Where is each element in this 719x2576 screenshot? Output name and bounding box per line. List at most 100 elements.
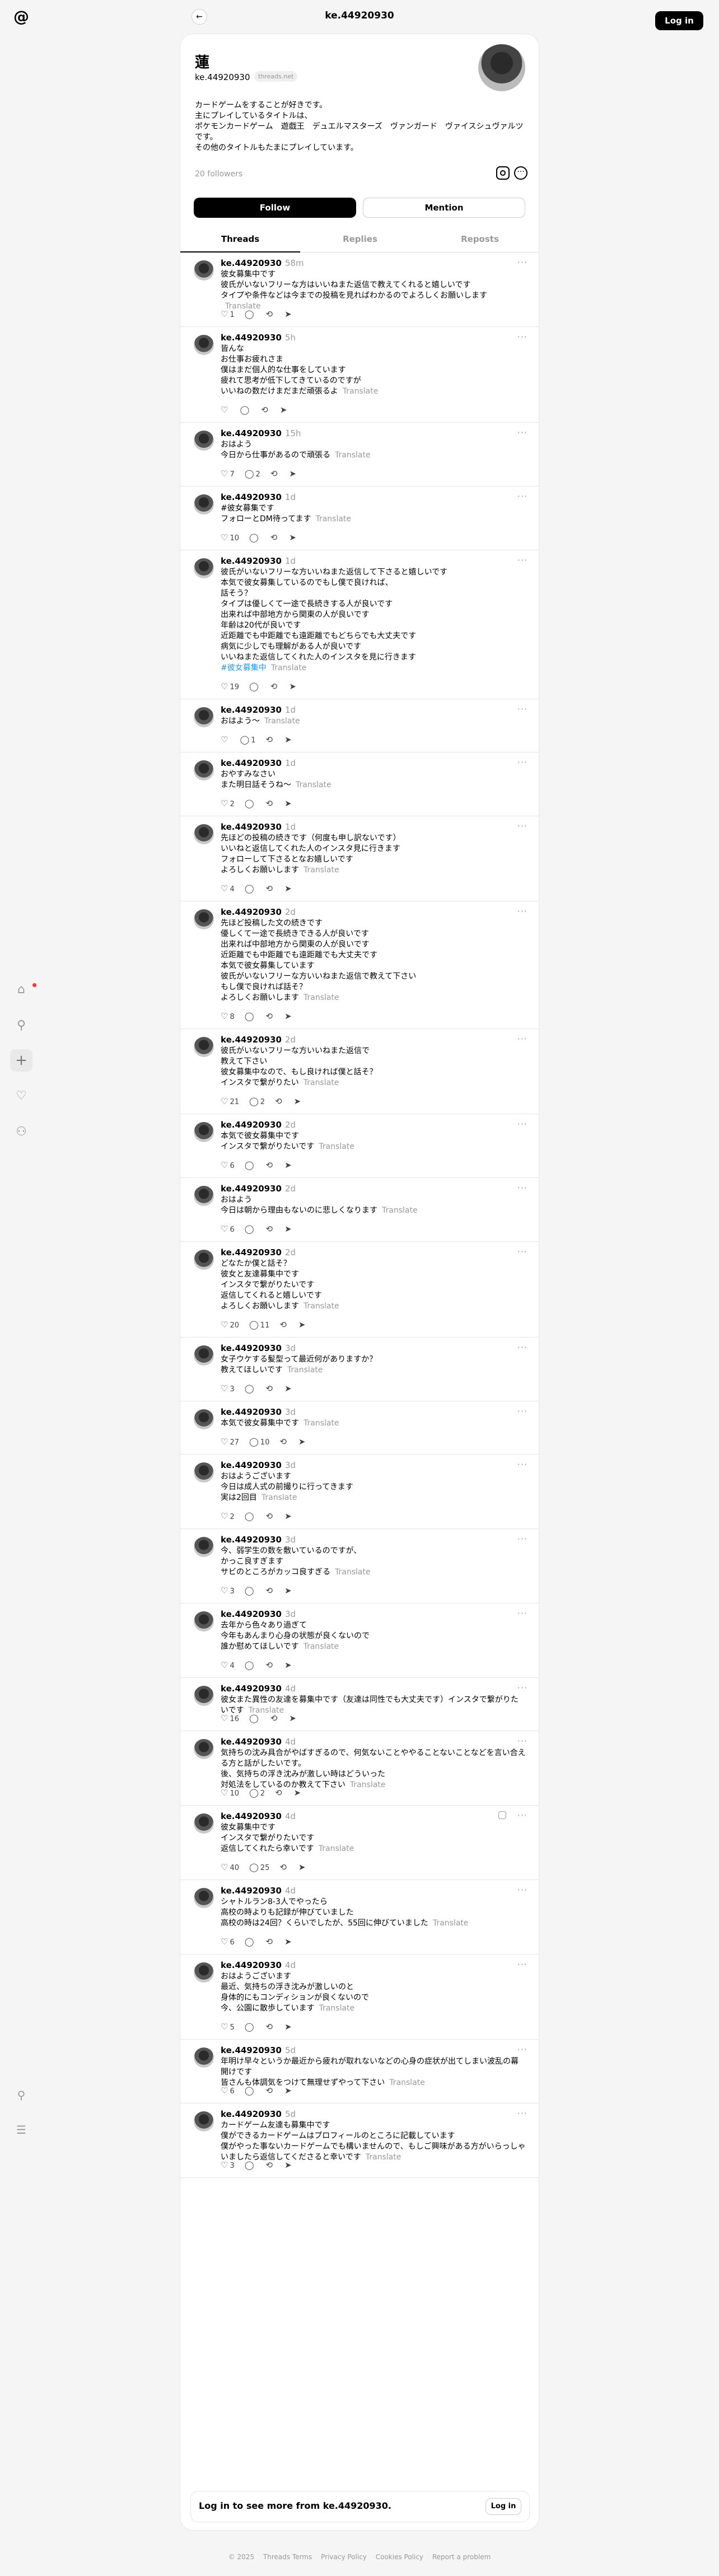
avatar[interactable] xyxy=(194,2047,214,2068)
share-button[interactable]: ➤ xyxy=(284,309,293,319)
tab-threads[interactable]: Threads xyxy=(180,226,300,253)
avatar[interactable] xyxy=(194,909,214,929)
heart-icon[interactable]: ♡ xyxy=(10,1085,32,1107)
like-button[interactable]: ♡ 4 xyxy=(221,1660,235,1670)
like-button[interactable]: ♡ 40 xyxy=(221,1862,239,1872)
footer-link-privacy[interactable]: Privacy Policy xyxy=(321,2553,367,2561)
share-button[interactable]: ➤ xyxy=(289,1713,298,1723)
share-button[interactable]: ➤ xyxy=(298,1320,307,1330)
avatar[interactable] xyxy=(194,494,214,515)
avatar[interactable] xyxy=(194,1739,214,1759)
more-icon[interactable]: ··· xyxy=(517,257,527,268)
tab-reposts[interactable]: Reposts xyxy=(420,226,539,253)
post-time[interactable]: 1d xyxy=(285,822,296,832)
post-time[interactable]: 4d xyxy=(285,1960,296,1970)
post-time[interactable]: 3d xyxy=(285,1407,296,1417)
post-time[interactable]: 1d xyxy=(285,705,296,715)
post-time[interactable]: 5d xyxy=(285,2109,296,2119)
like-button[interactable]: ♡ 6 xyxy=(221,2086,235,2096)
thread-post[interactable]: ke.44920930 5d ··· カードゲーム友達も募集中です 僕ができるカードゲー… xyxy=(180,2103,539,2178)
avatar[interactable] xyxy=(194,1122,214,1142)
post-username[interactable]: ke.44920930 xyxy=(221,1407,282,1417)
translate-link[interactable]: Translate xyxy=(315,515,351,523)
menu-icon[interactable]: ☰ xyxy=(10,2119,32,2141)
avatar[interactable] xyxy=(194,1345,214,1366)
share-button[interactable]: ➤ xyxy=(284,735,293,745)
post-time[interactable]: 3d xyxy=(285,1609,296,1619)
share-button[interactable]: ➤ xyxy=(284,1937,293,1947)
reply-button[interactable]: ◯ xyxy=(245,1224,256,1234)
share-button[interactable]: ➤ xyxy=(284,2086,293,2096)
repost-button[interactable]: ⟲ xyxy=(261,405,270,415)
thread-post[interactable]: ke.44920930 3d ··· 本気で彼女募集中です Translate ♡ 27 ◯ 1… xyxy=(180,1401,539,1455)
reply-button[interactable]: ◯ xyxy=(249,1713,260,1723)
translate-link[interactable]: Translate xyxy=(335,451,371,460)
avatar[interactable] xyxy=(478,44,525,91)
thread-post[interactable]: ke.44920930 2d ··· 彼氏がいないフリーな方いいねまた返信で 教えて下さ… xyxy=(180,1029,539,1114)
avatar[interactable] xyxy=(194,335,214,355)
more-icon[interactable]: ··· xyxy=(517,1810,527,1821)
post-time[interactable]: 4d xyxy=(285,1811,296,1821)
repost-button[interactable]: ⟲ xyxy=(270,681,279,691)
reply-button[interactable]: ◯ 2 xyxy=(249,1096,265,1106)
post-username[interactable]: ke.44920930 xyxy=(221,1343,282,1353)
translate-link[interactable]: Translate xyxy=(382,1206,418,1215)
avatar[interactable] xyxy=(194,558,214,578)
reply-button[interactable]: ◯ xyxy=(245,1511,256,1521)
post-time[interactable]: 4d xyxy=(285,1684,296,1694)
avatar[interactable] xyxy=(194,824,214,844)
post-time[interactable]: 2d xyxy=(285,1184,296,1194)
share-button[interactable]: ➤ xyxy=(284,1511,293,1521)
more-icon[interactable]: ··· xyxy=(517,1534,527,1544)
share-button[interactable]: ➤ xyxy=(294,1788,303,1798)
thread-post[interactable]: ke.44920930 3d ··· 女子ウケする髪型って最近何がありますか？ 教えてほ… xyxy=(180,1338,539,1401)
thread-post[interactable]: ke.44920930 3d ··· 去年から色々あり過ぎて 今年もあんまり心身の状態が… xyxy=(180,1603,539,1678)
share-button[interactable]: ➤ xyxy=(284,1660,293,1670)
more-icon[interactable]: ··· xyxy=(517,1182,527,1193)
repost-button[interactable]: ⟲ xyxy=(266,1383,275,1394)
more-icon[interactable]: ··· xyxy=(517,757,527,768)
post-time[interactable]: 5d xyxy=(285,2045,296,2055)
like-button[interactable]: ♡ 10 xyxy=(221,532,239,543)
repost-button[interactable]: ⟲ xyxy=(270,469,279,479)
thread-post[interactable]: ke.44920930 3d ··· 今、弱学生の数を敷いているのですが、 かっこ良すぎ… xyxy=(180,1529,539,1603)
thread-post[interactable]: ke.44920930 2d ··· おはよう 今日は朝から理由もないのに悲しくなります… xyxy=(180,1178,539,1242)
reply-button[interactable]: ◯ 2 xyxy=(249,1788,265,1798)
reply-button[interactable]: ◯ xyxy=(245,1160,256,1170)
translate-link[interactable]: Translate xyxy=(343,387,379,396)
share-button[interactable]: ➤ xyxy=(284,2160,293,2170)
search-icon[interactable]: ⚲ xyxy=(10,1014,32,1037)
share-button[interactable]: ➤ xyxy=(284,2022,293,2032)
like-button[interactable]: ♡ xyxy=(221,405,230,415)
post-username[interactable]: ke.44920930 xyxy=(221,1684,282,1694)
translate-link[interactable]: Translate xyxy=(304,1302,339,1311)
more-icon[interactable]: ··· xyxy=(517,2108,527,2119)
like-button[interactable]: ♡ 2 xyxy=(221,1511,235,1521)
like-button[interactable]: ♡ 1 xyxy=(221,309,235,319)
avatar[interactable] xyxy=(194,1037,214,1057)
repost-button[interactable]: ⟲ xyxy=(266,1160,275,1170)
thread-post[interactable]: ke.44920930 1d ··· おやすみなさい また明日話そうね〜 Translat… xyxy=(180,752,539,816)
share-button[interactable]: ➤ xyxy=(298,1437,307,1447)
share-button[interactable]: ➤ xyxy=(284,798,293,808)
post-username[interactable]: ke.44920930 xyxy=(221,1737,282,1747)
thread-post[interactable]: ke.44920930 4d ··· 彼女また異性の友達を募集中です（友達は同性でも大… xyxy=(180,1678,539,1731)
repost-button[interactable]: ⟲ xyxy=(266,2086,275,2096)
reply-button[interactable]: ◯ xyxy=(245,2022,256,2032)
thread-post[interactable]: ke.44920930 1d ··· 彼氏がいないフリーな方いいねまた返信して下さると… xyxy=(180,550,539,699)
post-username[interactable]: ke.44920930 xyxy=(221,758,282,768)
avatar[interactable] xyxy=(194,431,214,451)
post-time[interactable]: 4d xyxy=(285,1737,296,1747)
more-icon[interactable]: ··· xyxy=(517,1119,527,1129)
translate-link[interactable]: Translate xyxy=(271,663,307,672)
like-button[interactable]: ♡ 3 xyxy=(221,1383,235,1394)
share-button[interactable]: ➤ xyxy=(289,681,298,691)
login-button[interactable]: Log in xyxy=(655,11,703,30)
thread-post[interactable]: ke.44920930 4d ··· シャトルラン8-3人でやったら 高校の時よりも記録… xyxy=(180,1880,539,1955)
reply-button[interactable]: ◯ 1 xyxy=(240,735,255,745)
repost-button[interactable]: ⟲ xyxy=(275,1096,284,1106)
repost-button[interactable]: ⟲ xyxy=(279,1437,288,1447)
more-icon[interactable]: ··· xyxy=(517,2044,527,2055)
repost-button[interactable]: ⟲ xyxy=(266,1660,275,1670)
like-button[interactable]: ♡ 6 xyxy=(221,1224,235,1234)
